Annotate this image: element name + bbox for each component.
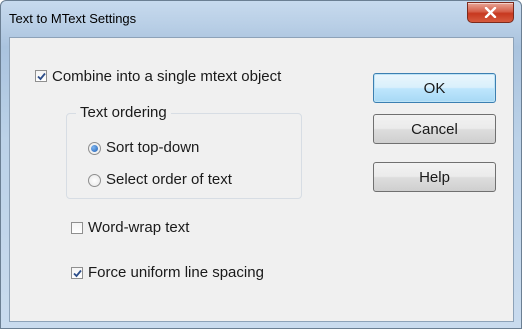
word-wrap-checkbox-box[interactable] bbox=[71, 222, 83, 234]
sort-top-down-radio-dot[interactable] bbox=[88, 142, 101, 155]
ok-button[interactable]: OK bbox=[373, 73, 496, 103]
force-uniform-checkbox[interactable]: Force uniform line spacing bbox=[71, 264, 331, 284]
select-order-radio[interactable]: Select order of text bbox=[88, 171, 288, 191]
check-mark-icon bbox=[73, 269, 82, 278]
text-ordering-group-title: Text ordering bbox=[76, 104, 171, 121]
force-uniform-checkbox-box[interactable] bbox=[71, 267, 83, 279]
select-order-label: Select order of text bbox=[106, 171, 232, 188]
help-button[interactable]: Help bbox=[373, 162, 496, 192]
combine-checkbox-box[interactable] bbox=[35, 70, 47, 82]
radio-selected-dot bbox=[91, 145, 98, 152]
force-uniform-label: Force uniform line spacing bbox=[88, 264, 264, 281]
word-wrap-checkbox[interactable]: Word-wrap text bbox=[71, 219, 251, 239]
cancel-button[interactable]: Cancel bbox=[373, 114, 496, 144]
window-title: Text to MText Settings bbox=[9, 11, 137, 26]
select-order-radio-dot[interactable] bbox=[88, 174, 101, 187]
sort-top-down-radio[interactable]: Sort top-down bbox=[88, 139, 268, 159]
combine-label: Combine into a single mtext object bbox=[52, 68, 282, 85]
word-wrap-label: Word-wrap text bbox=[88, 219, 190, 236]
combine-checkbox[interactable]: Combine into a single mtext object bbox=[35, 68, 335, 88]
sort-top-down-label: Sort top-down bbox=[106, 139, 200, 156]
dialog-window: Text to MText Settings Combine into a si… bbox=[0, 0, 522, 329]
close-icon bbox=[484, 7, 497, 18]
title-bar[interactable]: Text to MText Settings bbox=[1, 1, 521, 37]
dialog-client-area: Combine into a single mtext object Text … bbox=[9, 37, 514, 322]
close-button[interactable] bbox=[467, 2, 514, 23]
check-mark-icon bbox=[37, 72, 46, 81]
